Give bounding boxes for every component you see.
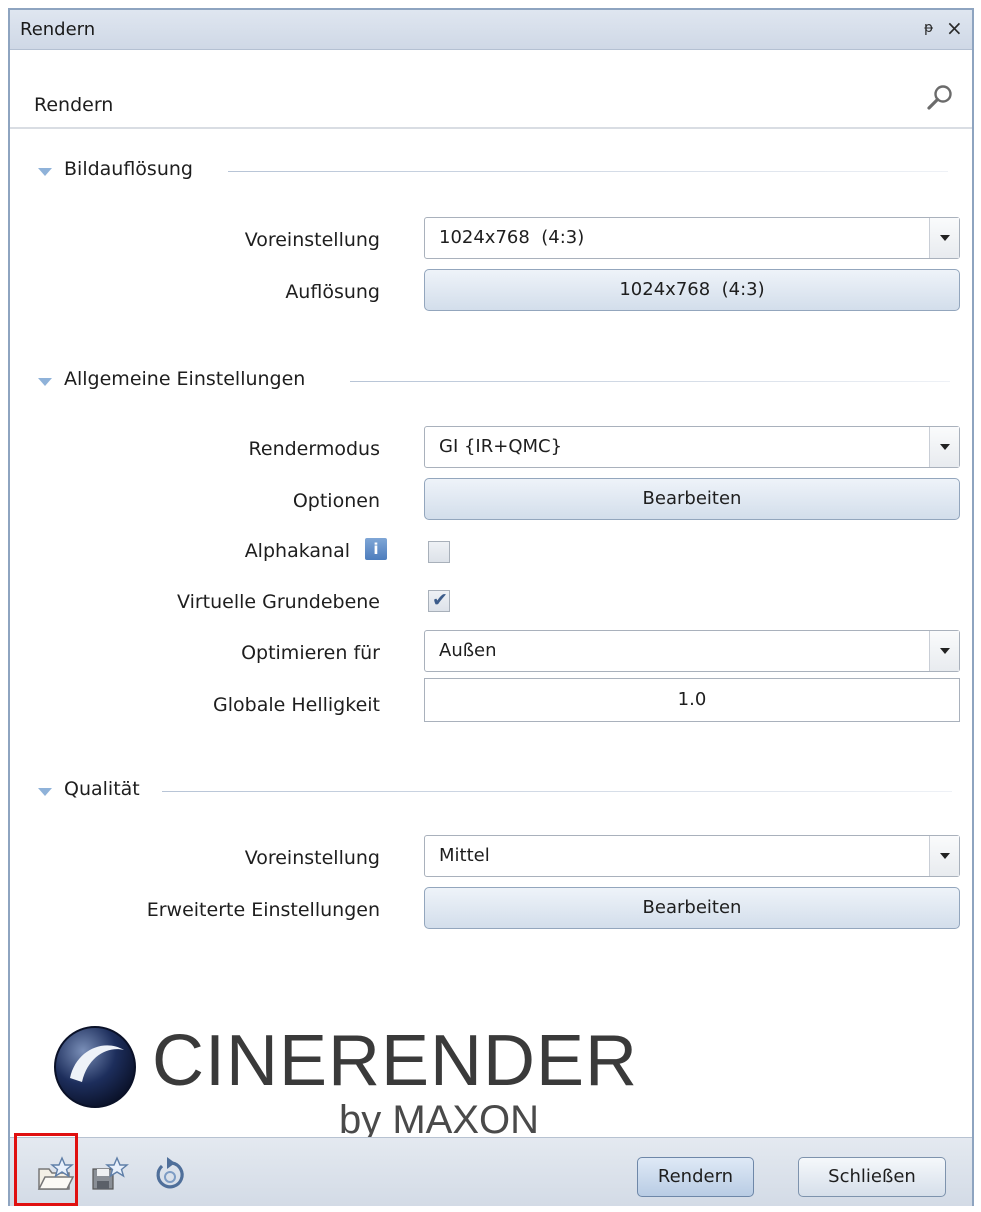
dropdown-value: Außen [439,640,497,661]
collapse-triangle-icon [38,168,52,176]
section-title: Qualität [64,778,140,800]
resolution-button[interactable]: 1024x768 (4:3) [424,269,960,311]
save-favorites-icon[interactable] [90,1155,130,1195]
resolution-label: Auflösung [285,281,380,303]
chevron-down-icon [940,853,950,859]
dropdown-arrow[interactable] [929,427,959,467]
alpha-label: Alphakanal [244,540,350,562]
highlight-box [14,1133,78,1206]
options-label: Optionen [292,490,380,512]
advanced-settings-button[interactable]: Bearbeiten [424,887,960,929]
section-quality-header[interactable]: Qualität [38,778,958,808]
search-icon[interactable] [926,84,954,112]
collapse-triangle-icon [38,788,52,796]
close-button[interactable]: Schließen [798,1157,946,1197]
options-edit-button[interactable]: Bearbeiten [424,478,960,520]
chevron-down-icon [940,444,950,450]
quality-preset-label: Voreinstellung [244,847,380,869]
window-title: Rendern [20,19,96,40]
rendermode-label: Rendermodus [248,438,380,460]
chevron-down-icon [940,648,950,654]
cinema4d-sphere-icon [54,1026,136,1108]
dropdown-arrow[interactable] [929,218,959,258]
optimize-label: Optimieren für [241,642,380,664]
title-bar: Rendern ᵽ × [10,10,972,50]
section-title: Allgemeine Einstellungen [64,368,306,390]
panel-header-label: Rendern [34,94,114,116]
chevron-down-icon [940,235,950,241]
checkmark-icon: ✔ [432,589,448,611]
section-divider [228,171,948,172]
section-general-header[interactable]: Allgemeine Einstellungen [38,368,958,398]
collapse-triangle-icon [38,378,52,386]
render-panel: Rendern ᵽ × Rendern Bildauflösung Vorein… [8,8,974,1206]
dropdown-arrow[interactable] [929,631,959,671]
dropdown-value: GI {IR+QMC} [439,436,563,457]
section-title: Bildauflösung [64,158,193,180]
optimize-dropdown[interactable]: Außen [424,630,960,672]
resolution-preset-dropdown[interactable]: 1024x768 (4:3) [424,217,960,259]
section-resolution-header[interactable]: Bildauflösung [38,158,958,188]
quality-preset-dropdown[interactable]: Mittel [424,835,960,877]
panel-header: Rendern [10,51,972,129]
advanced-settings-label: Erweiterte Einstellungen [146,899,380,921]
rendermode-dropdown[interactable]: GI {IR+QMC} [424,426,960,468]
ground-plane-checkbox[interactable]: ✔ [428,589,450,612]
section-divider [162,791,952,792]
alpha-checkbox[interactable] [428,541,450,563]
section-divider [350,381,950,382]
close-icon[interactable]: × [946,16,963,40]
resolution-preset-label: Voreinstellung [244,229,380,251]
reset-icon[interactable] [150,1155,190,1195]
pin-icon[interactable]: ᵽ [924,20,933,36]
ground-plane-label: Virtuelle Grundebene [177,591,380,613]
cinerender-logo: CINERENDER by MAXON [52,1020,637,1142]
dropdown-value: 1024x768 (4:3) [439,227,585,248]
brightness-input[interactable]: 1.0 [424,678,960,722]
render-button[interactable]: Rendern [637,1157,754,1197]
dropdown-value: Mittel [439,845,490,866]
logo-wordmark: CINERENDER [152,1021,639,1101]
info-icon[interactable]: i [365,538,387,560]
brightness-label: Globale Helligkeit [213,694,380,716]
dropdown-arrow[interactable] [929,836,959,876]
